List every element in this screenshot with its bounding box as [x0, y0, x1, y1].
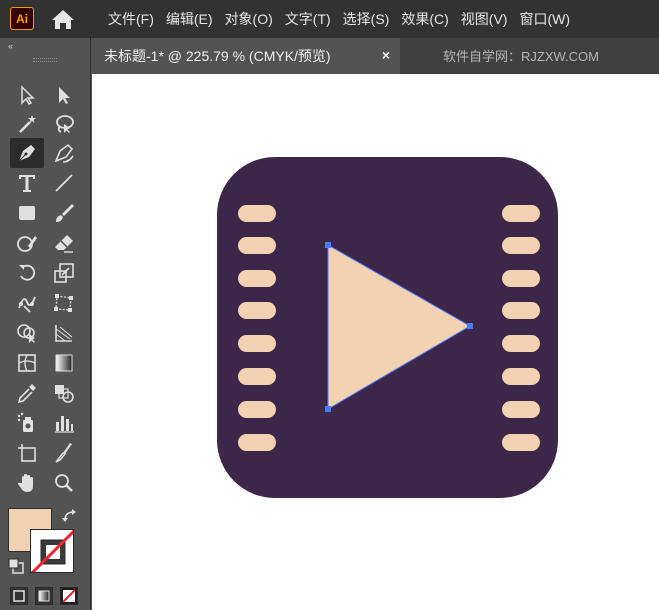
- illustrator-window: Ai 文件(F) 编辑(E) 对象(O) 文字(T) 选择(S) 效果(C) 视…: [0, 0, 659, 610]
- watermark-text: 软件自学网：RJZXW.COM: [443, 49, 599, 64]
- selection-tool-icon[interactable]: [13, 81, 41, 109]
- perspective-grid-tool-icon[interactable]: [50, 319, 78, 347]
- column-graph-tool-icon[interactable]: [50, 409, 78, 437]
- menu-view[interactable]: 视图(V): [461, 9, 508, 29]
- direct-selection-tool-icon[interactable]: [50, 81, 78, 109]
- paintbrush-tool-icon[interactable]: [50, 199, 78, 227]
- pen-tool-icon[interactable]: [10, 138, 44, 168]
- hand-tool-icon[interactable]: [13, 469, 41, 497]
- scale-tool-icon[interactable]: [50, 259, 78, 287]
- mesh-tool-icon[interactable]: [13, 349, 41, 377]
- menu-items: 文件(F) 编辑(E) 对象(O) 文字(T) 选择(S) 效果(C) 视图(V…: [108, 0, 582, 38]
- menu-object[interactable]: 对象(O): [225, 9, 273, 29]
- menu-type[interactable]: 文字(T): [285, 9, 331, 29]
- menu-window[interactable]: 窗口(W): [519, 9, 570, 29]
- gradient-mode-button[interactable]: [35, 587, 53, 605]
- swap-fill-stroke-icon[interactable]: [62, 508, 78, 524]
- none-mode-button[interactable]: [60, 587, 78, 605]
- puppet-warp-tool-icon[interactable]: [13, 289, 41, 317]
- stroke-color-swatch[interactable]: [30, 529, 74, 573]
- panel-grip[interactable]: [33, 58, 57, 62]
- curvature-tool-icon[interactable]: [50, 139, 78, 167]
- rectangle-tool-icon[interactable]: [13, 199, 41, 227]
- document-tab-label: 未标题-1* @ 225.79 % (CMYK/预览): [104, 48, 331, 64]
- film-play-artwork: [217, 157, 558, 498]
- lasso-tool-icon[interactable]: [50, 110, 78, 138]
- tab-close-button[interactable]: ×: [382, 47, 390, 63]
- document-tab[interactable]: 未标题-1* @ 225.79 % (CMYK/预览) ×: [92, 38, 400, 74]
- document-tab-bar: 未标题-1* @ 225.79 % (CMYK/预览) × 软件自学网：RJZX…: [92, 38, 659, 74]
- zoom-tool-icon[interactable]: [50, 469, 78, 497]
- free-transform-tool-icon[interactable]: [50, 289, 78, 317]
- artboard-tool-icon[interactable]: [13, 439, 41, 467]
- menu-file[interactable]: 文件(F): [108, 9, 154, 29]
- tools-panel: ‹‹: [0, 38, 91, 610]
- menu-effect[interactable]: 效果(C): [401, 9, 448, 29]
- collapse-panel-button[interactable]: ‹‹: [8, 41, 13, 51]
- artboard-canvas[interactable]: [92, 74, 659, 610]
- app-logo: Ai: [10, 7, 34, 30]
- no-stroke-icon: [31, 530, 73, 572]
- home-icon[interactable]: [50, 8, 76, 30]
- blend-tool-icon[interactable]: [50, 379, 78, 407]
- shape-builder-tool-icon[interactable]: [13, 319, 41, 347]
- symbol-sprayer-tool-icon[interactable]: [13, 409, 41, 437]
- eyedropper-tool-icon[interactable]: [13, 379, 41, 407]
- menu-bar: Ai 文件(F) 编辑(E) 对象(O) 文字(T) 选择(S) 效果(C) 视…: [0, 0, 659, 38]
- type-tool-icon[interactable]: [13, 169, 41, 197]
- shaper-tool-icon[interactable]: [13, 229, 41, 257]
- gradient-tool-icon[interactable]: [50, 349, 78, 377]
- default-fill-stroke-icon[interactable]: [8, 558, 24, 574]
- line-segment-tool-icon[interactable]: [50, 169, 78, 197]
- color-mode-button[interactable]: [10, 587, 28, 605]
- slice-tool-icon[interactable]: [50, 439, 78, 467]
- magic-wand-tool-icon[interactable]: [13, 110, 41, 138]
- rotate-tool-icon[interactable]: [13, 259, 41, 287]
- menu-select[interactable]: 选择(S): [343, 9, 390, 29]
- menu-edit[interactable]: 编辑(E): [166, 9, 213, 29]
- eraser-tool-icon[interactable]: [50, 229, 78, 257]
